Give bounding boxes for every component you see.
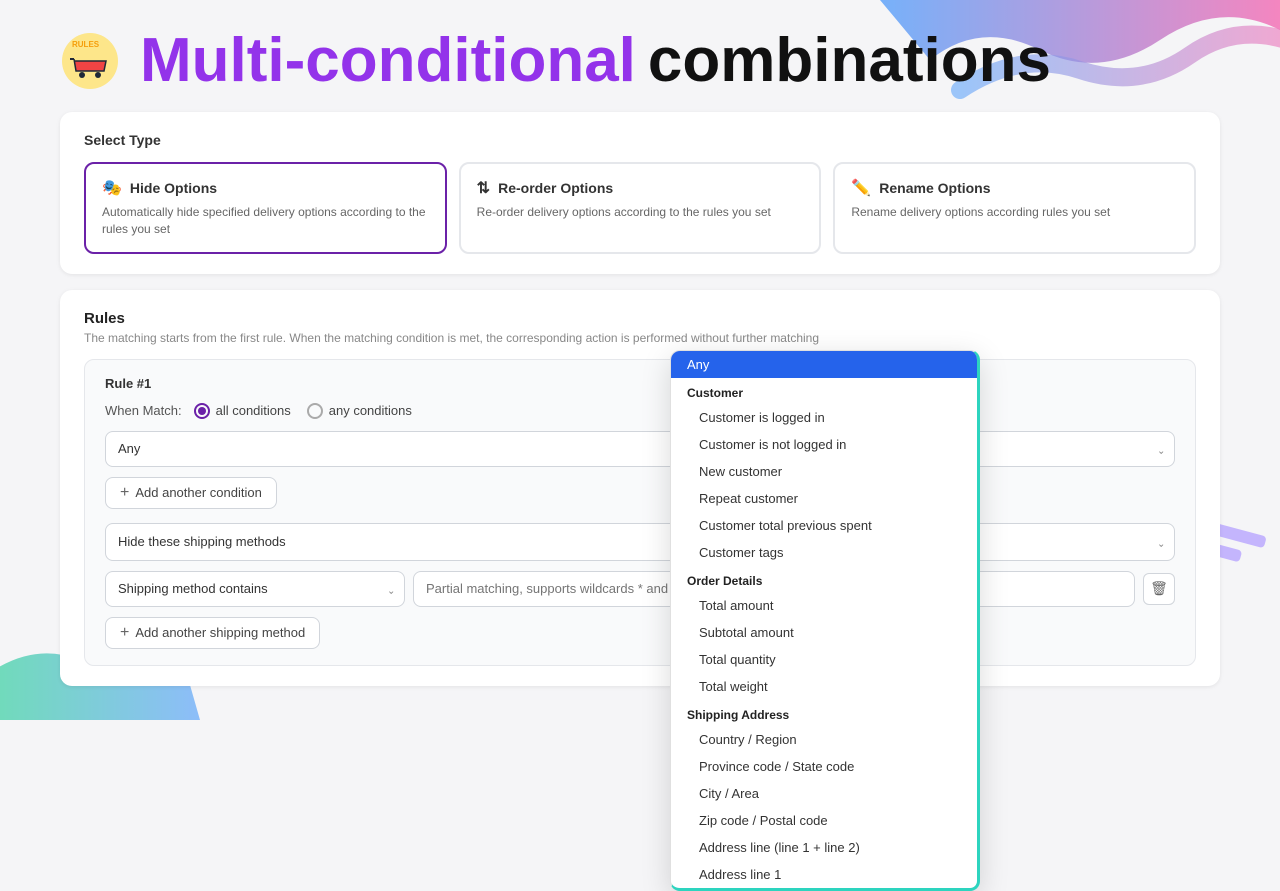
dropdown-item-subtotal[interactable]: Subtotal amount [671, 619, 977, 646]
condition-row: Any [105, 431, 1175, 467]
rules-title: Rules [84, 310, 1196, 327]
hide-options-label: Hide Options [130, 180, 217, 196]
title-black: combinations [648, 30, 1051, 92]
reorder-options-label: Re-order Options [498, 180, 613, 196]
title-area: Multi-conditional combinations [140, 30, 1051, 92]
add-condition-label: Add another condition [135, 485, 261, 500]
condition-dropdown[interactable]: Any Customer Customer is logged in Custo… [670, 350, 980, 891]
dropdown-item-country[interactable]: Country / Region [671, 726, 977, 753]
type-option-reorder[interactable]: ⇅ Re-order Options Re-order delivery opt… [459, 162, 822, 254]
radio-all-label: all conditions [216, 403, 291, 418]
rules-desc: The matching starts from the first rule.… [84, 331, 1196, 345]
reorder-options-icon: ⇅ [477, 178, 490, 198]
rename-options-desc: Rename delivery options according rules … [851, 204, 1178, 221]
rule-1-card: Rule #1 When Match: all conditions any c… [84, 359, 1196, 666]
dropdown-item-total-spent[interactable]: Customer total previous spent [671, 512, 977, 539]
when-match-label: When Match: [105, 403, 182, 418]
rules-header: Rules The matching starts from the first… [84, 310, 1196, 345]
dropdown-item-not-logged-in[interactable]: Customer is not logged in [671, 431, 977, 458]
dropdown-item-new-customer[interactable]: New customer [671, 458, 977, 485]
type-options: 🎭 Hide Options Automatically hide specif… [84, 162, 1196, 254]
header: RULES Multi-conditional combinations [0, 0, 1280, 102]
shipping-method-row: Shipping method contains 🗑 [105, 571, 1175, 607]
dropdown-group-shipping-address: Shipping Address [671, 700, 977, 726]
reorder-options-desc: Re-order delivery options according to t… [477, 204, 804, 221]
plus-icon-shipping: + [120, 625, 129, 641]
radio-any-conditions[interactable]: any conditions [307, 403, 412, 419]
add-shipping-label: Add another shipping method [135, 625, 305, 640]
rules-card: Rules The matching starts from the first… [60, 290, 1220, 686]
type-option-rename[interactable]: ✏️ Rename Options Rename delivery option… [833, 162, 1196, 254]
dropdown-group-customer: Customer [671, 378, 977, 404]
logo-area: RULES [60, 31, 120, 91]
radio-group: all conditions any conditions [194, 403, 412, 419]
dropdown-item-total-quantity[interactable]: Total quantity [671, 646, 977, 673]
trash-icon: 🗑 [1150, 580, 1168, 597]
dropdown-item-address-line-both[interactable]: Address line (line 1 + line 2) [671, 834, 977, 861]
add-condition-button[interactable]: + Add another condition [105, 477, 277, 509]
logo-icon: RULES [60, 31, 120, 91]
dropdown-item-total-weight[interactable]: Total weight [671, 673, 977, 700]
shipping-method-select[interactable]: Shipping method contains [105, 571, 405, 607]
hide-options-icon: 🎭 [102, 178, 122, 198]
dropdown-group-order: Order Details [671, 566, 977, 592]
radio-any-label: any conditions [329, 403, 412, 418]
dropdown-item-customer-tags[interactable]: Customer tags [671, 539, 977, 566]
radio-any-circle [307, 403, 323, 419]
rename-options-label: Rename Options [879, 180, 990, 196]
shipping-method-select-wrapper: Shipping method contains [105, 571, 405, 607]
select-type-card: Select Type 🎭 Hide Options Automatically… [60, 112, 1220, 274]
title-purple: Multi-conditional [140, 30, 636, 92]
when-match-row: When Match: all conditions any condition… [105, 403, 1175, 419]
shipping-main-select[interactable]: Hide these shipping methods [105, 523, 1175, 561]
svg-text:RULES: RULES [72, 40, 100, 49]
add-shipping-method-button[interactable]: + Add another shipping method [105, 617, 320, 649]
condition-select-wrapper: Any [105, 431, 1175, 467]
hide-options-desc: Automatically hide specified delivery op… [102, 204, 429, 238]
dropdown-item-province[interactable]: Province code / State code [671, 753, 977, 780]
dropdown-item-total-amount[interactable]: Total amount [671, 592, 977, 619]
type-option-hide[interactable]: 🎭 Hide Options Automatically hide specif… [84, 162, 447, 254]
main-content: Select Type 🎭 Hide Options Automatically… [0, 112, 1280, 686]
dropdown-item-zipcode[interactable]: Zip code / Postal code [671, 807, 977, 834]
plus-icon: + [120, 485, 129, 501]
dropdown-item-address-line-1[interactable]: Address line 1 [671, 861, 977, 888]
dropdown-item-logged-in[interactable]: Customer is logged in [671, 404, 977, 431]
radio-all-conditions[interactable]: all conditions [194, 403, 291, 419]
dropdown-item-any[interactable]: Any [671, 351, 977, 378]
radio-all-circle [194, 403, 210, 419]
shipping-select-row: Hide these shipping methods [105, 523, 1175, 561]
shipping-main-select-wrapper: Hide these shipping methods [105, 523, 1175, 561]
rename-options-icon: ✏️ [851, 178, 871, 198]
delete-shipping-method-button[interactable]: 🗑 [1143, 573, 1175, 605]
dropdown-item-repeat-customer[interactable]: Repeat customer [671, 485, 977, 512]
condition-select[interactable]: Any [105, 431, 1175, 467]
dropdown-item-city[interactable]: City / Area [671, 780, 977, 807]
select-type-title: Select Type [84, 132, 1196, 148]
rule-number: Rule #1 [105, 376, 1175, 391]
